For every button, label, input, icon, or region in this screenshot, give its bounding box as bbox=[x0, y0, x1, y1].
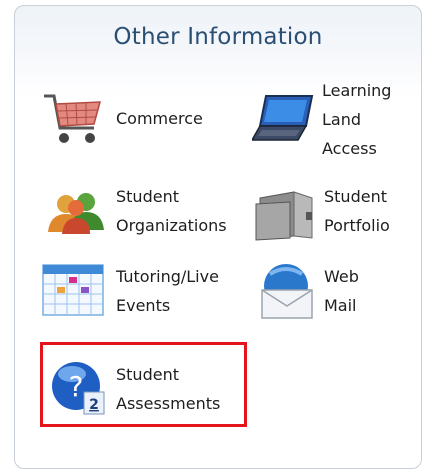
assessment-badge-count: 2 bbox=[89, 397, 99, 413]
student-assessments-link[interactable]: ? 2 Student Assessments bbox=[50, 358, 242, 420]
commerce-link[interactable]: Commerce bbox=[40, 82, 240, 162]
calendar-icon bbox=[42, 264, 104, 316]
student-portfolio-link[interactable]: Student Portfolio bbox=[254, 180, 414, 241]
assessment-question-icon: ? 2 bbox=[52, 362, 105, 415]
student-portfolio-label: Student Portfolio bbox=[324, 187, 390, 235]
commerce-label: Commerce bbox=[116, 109, 203, 128]
mail-envelope-icon bbox=[261, 264, 313, 319]
learning-land-access-label: Learning Land Access bbox=[322, 81, 392, 158]
users-group-icon bbox=[48, 193, 104, 234]
laptop-icon bbox=[252, 95, 314, 141]
web-mail-label: Web Mail bbox=[324, 267, 359, 315]
student-organizations-label: Student Organizations bbox=[116, 187, 227, 235]
tutoring-live-events-link[interactable]: Tutoring/Live Events bbox=[42, 262, 242, 322]
panel-title: Other Information bbox=[113, 24, 323, 50]
student-organizations-link[interactable]: Student Organizations bbox=[46, 180, 246, 240]
learning-land-access-link[interactable]: Learning Land Access bbox=[252, 78, 412, 168]
student-assessments-label: Student Assessments bbox=[116, 365, 221, 413]
tutoring-live-events-label: Tutoring/Live Events bbox=[116, 267, 219, 315]
svg-text:?: ? bbox=[69, 370, 84, 403]
web-mail-link[interactable]: Web Mail bbox=[256, 262, 416, 322]
shopping-cart-icon bbox=[44, 94, 101, 143]
portfolio-folder-icon bbox=[255, 191, 313, 241]
